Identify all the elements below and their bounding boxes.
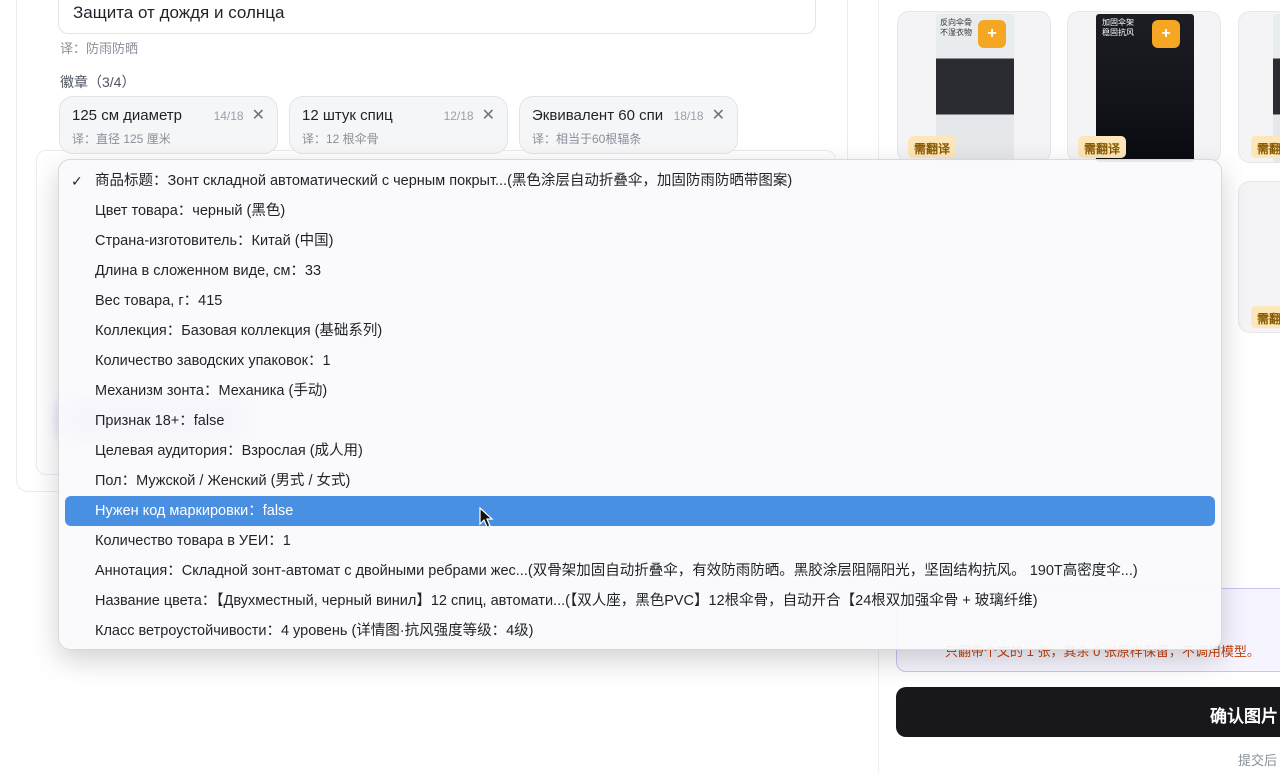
close-icon[interactable]: ✕ — [712, 107, 725, 124]
menu-item-label: Цвет товара：черный (黑色) — [95, 203, 286, 219]
menu-item-label: Коллекция：Базовая коллекция (基础系列) — [95, 323, 383, 339]
image-thumbnail[interactable]: 加固伞架 稳固抗风 + 需翻译 — [1067, 11, 1221, 163]
attribute-dropdown-menu: ✓ 商品标题：Зонт складной автоматический с че… — [58, 159, 1222, 650]
menu-item-mechanism[interactable]: Механизм зонта：Механика (手动) — [65, 376, 1215, 406]
image-thumbnail[interactable]: 需翻 — [1238, 11, 1280, 163]
menu-item-label: Механизм зонта：Механика (手动) — [95, 383, 328, 399]
chip-text[interactable]: Эквивалент 60 спи — [532, 107, 666, 124]
chip-char-count: 12/18 — [443, 108, 474, 123]
menu-item-wind-class[interactable]: Класс ветроустойчивости：4 уровень (详情图·抗… — [65, 616, 1215, 646]
needs-translation-badge: 需翻 — [1251, 136, 1280, 158]
menu-item-folded-length[interactable]: Длина в сложенном виде, см：33 — [65, 256, 1215, 286]
chip-translation: 译：直径 125 厘米 — [72, 132, 171, 146]
chip-translation: 译：12 根伞骨 — [302, 132, 379, 146]
title-input[interactable]: Защита от дождя и солнца — [58, 0, 816, 34]
close-icon[interactable]: ✕ — [252, 107, 265, 124]
badge-chip[interactable]: 125 см диаметр 14/18 ✕ 译：直径 125 厘米 — [59, 96, 278, 154]
menu-item-collection[interactable]: Коллекция：Базовая коллекция (基础系列) — [65, 316, 1215, 346]
menu-item-label: 商品标题：Зонт складной автоматический с черн… — [95, 173, 793, 189]
menu-item-label: Целевая аудитория：Взрослая (成人用) — [95, 443, 363, 459]
image-thumbnail[interactable]: 反向伞骨 不湿衣物 + 需翻译 — [897, 11, 1051, 163]
menu-item-weight[interactable]: Вес товара, г：415 — [65, 286, 1215, 316]
checkmark-icon: ✓ — [71, 173, 83, 189]
menu-item-label: Класс ветроустойчивости：4 уровень (详情图·抗… — [95, 623, 534, 639]
chip-char-count: 18/18 — [673, 108, 704, 123]
mouse-cursor-icon — [479, 507, 494, 528]
confirm-images-button[interactable]: 确认图片 — [896, 687, 1280, 737]
badge-chip[interactable]: 12 штук спиц 12/18 ✕ 译：12 根伞骨 — [289, 96, 508, 154]
chip-translation: 译：相当于60根辐条 — [532, 132, 642, 146]
needs-translation-badge: 需翻译 — [1078, 136, 1127, 158]
badge-chip[interactable]: Эквивалент 60 спи 18/18 ✕ 译：相当于60根辐条 — [519, 96, 738, 154]
menu-item-label: Вес товара, г：415 — [95, 293, 223, 309]
title-translation: 译：防雨防晒 — [60, 41, 139, 56]
menu-item-marking-code[interactable]: Нужен код маркировки：false — [65, 496, 1215, 526]
chip-text[interactable]: 125 см диаметр — [72, 107, 206, 124]
image-thumbnail[interactable]: 需翻 — [1238, 181, 1280, 333]
menu-item-label: Название цвета：【Двухместный, черный вини… — [95, 593, 1038, 609]
menu-item-label: Признак 18+：false — [95, 413, 225, 429]
image-caption: 反向伞骨 不湿衣物 — [940, 18, 972, 37]
menu-item-color-name[interactable]: Название цвета：【Двухместный, черный вини… — [65, 586, 1215, 616]
plus-icon[interactable]: + — [978, 20, 1006, 48]
image-caption: 加固伞架 稳固抗风 — [1102, 18, 1134, 37]
badges-label: 徽章（3/4） — [60, 74, 136, 90]
chip-text[interactable]: 12 штук спиц — [302, 107, 436, 124]
menu-item-label: Страна-изготовитель：Китай (中国) — [95, 233, 334, 249]
needs-translation-badge: 需翻 — [1251, 306, 1280, 328]
menu-item-label: Количество товара в УЕИ：1 — [95, 533, 291, 549]
needs-translation-badge: 需翻译 — [908, 136, 957, 158]
menu-item-unit-quantity[interactable]: Количество товара в УЕИ：1 — [65, 526, 1215, 556]
plus-icon[interactable]: + — [1152, 20, 1180, 48]
menu-item-label: Аннотация：Складной зонт-автомат с двойны… — [95, 563, 1138, 579]
menu-item-adult-flag[interactable]: Признак 18+：false — [65, 406, 1215, 436]
chip-char-count: 14/18 — [213, 108, 244, 123]
close-icon[interactable]: ✕ — [482, 107, 495, 124]
menu-item-country[interactable]: Страна-изготовитель：Китай (中国) — [65, 226, 1215, 256]
menu-item-label: Нужен код маркировки：false — [95, 503, 294, 519]
menu-item-label: Пол：Мужской / Женский (男式 / 女式) — [95, 473, 351, 489]
menu-item-color[interactable]: Цвет товара：черный (黑色) — [65, 196, 1215, 226]
menu-item-label: Длина в сложенном виде, см：33 — [95, 263, 322, 279]
menu-item-audience[interactable]: Целевая аудитория：Взрослая (成人用) — [65, 436, 1215, 466]
screen: Защита от дождя и солнца 译：防雨防晒 徽章（3/4） … — [0, 0, 1280, 772]
menu-item-title[interactable]: ✓ 商品标题：Зонт складной автоматический с че… — [65, 166, 1215, 196]
submit-hint: 提交后 — [1238, 753, 1278, 768]
menu-item-gender[interactable]: Пол：Мужской / Женский (男式 / 女式) — [65, 466, 1215, 496]
menu-item-label: Количество заводских упаковок：1 — [95, 353, 331, 369]
menu-item-package-count[interactable]: Количество заводских упаковок：1 — [65, 346, 1215, 376]
menu-item-annotation[interactable]: Аннотация：Складной зонт-автомат с двойны… — [65, 556, 1215, 586]
